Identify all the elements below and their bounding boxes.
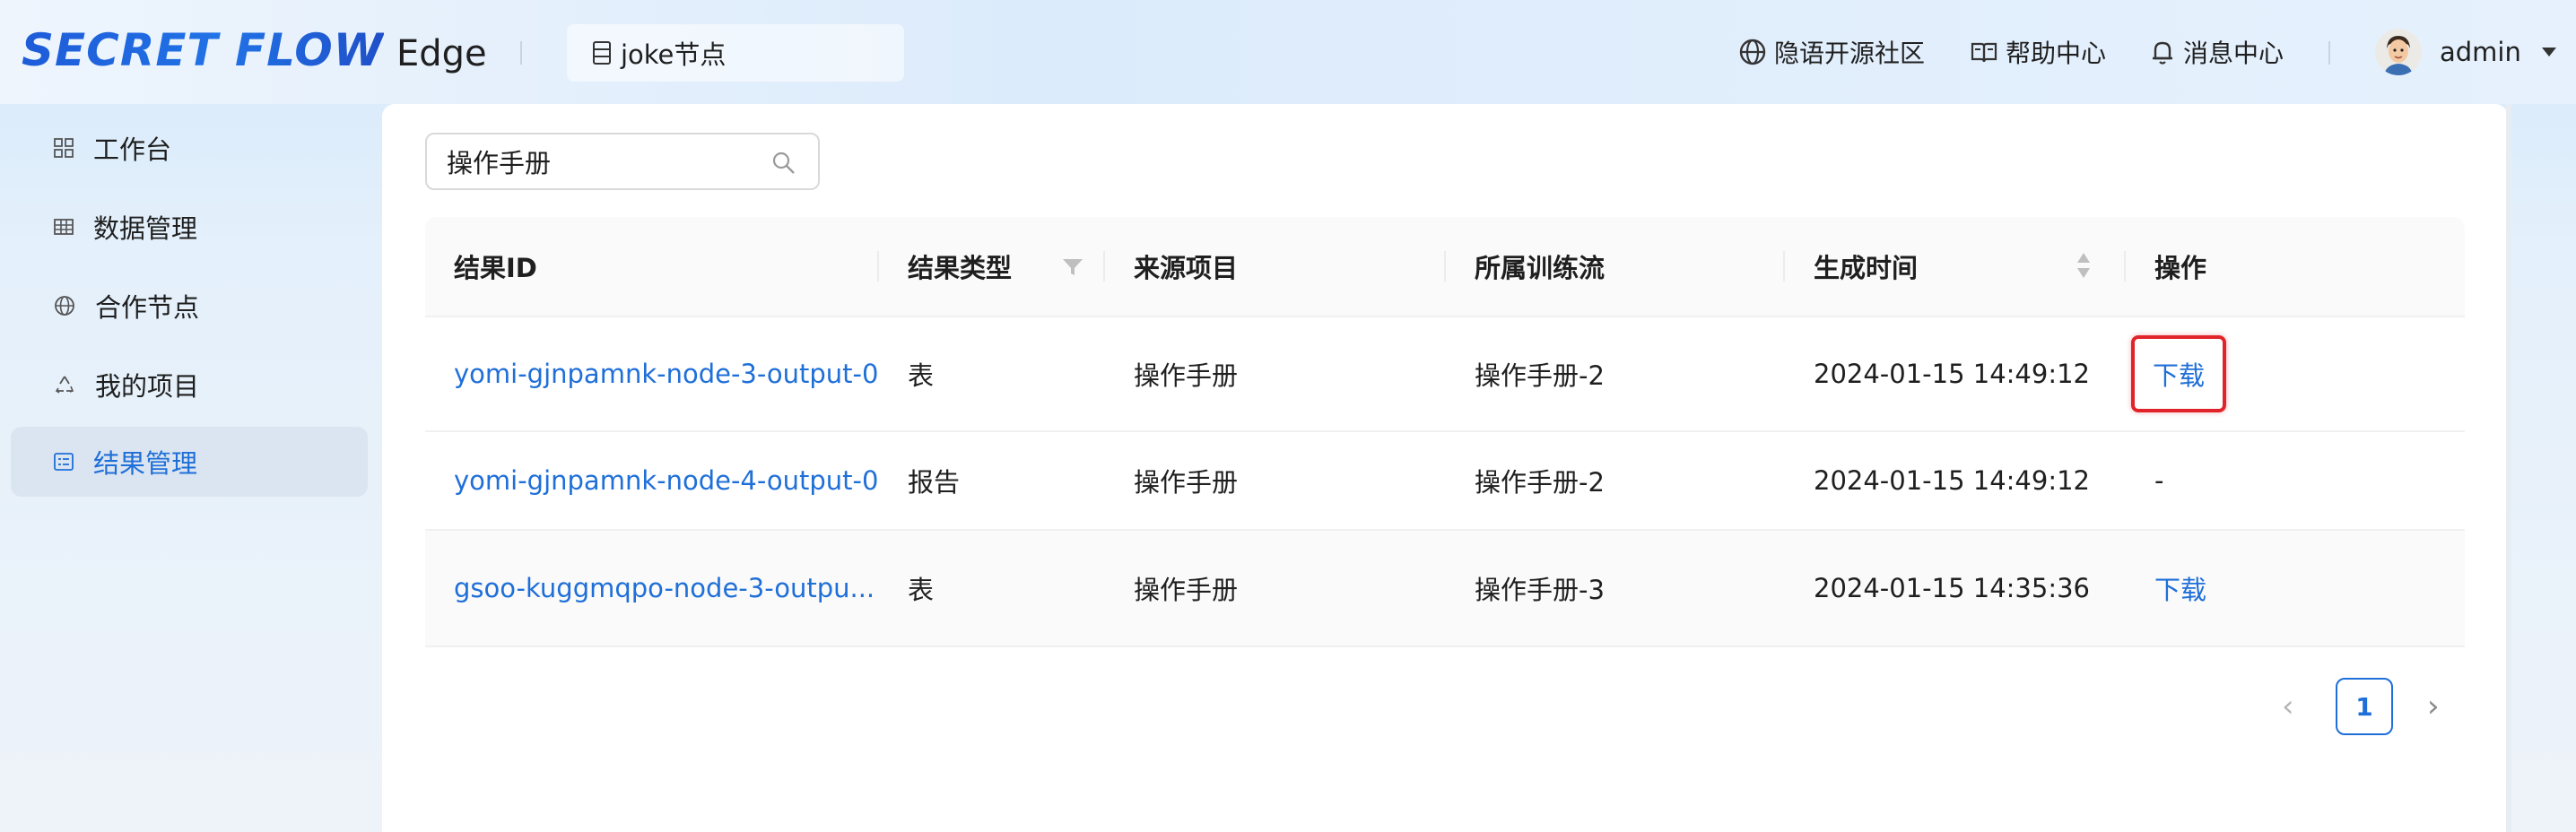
sidebar-item-data[interactable]: 数据管理 [11,192,368,262]
app-name: Edge [396,33,487,74]
table-row: yomi-gjnpamnk-node-4-output-0 报告 操作手册 操作… [425,432,2465,531]
search-input[interactable]: 操作手册 [425,133,820,190]
database-icon [593,41,611,65]
sidebar-item-results[interactable]: 结果管理 [11,427,368,497]
table-header: 结果ID 结果类型 来源项目 所属训练流 生成时间 操作 [425,217,2465,317]
source-project: 操作手册 [1134,360,1239,391]
bell-icon [2153,41,2172,65]
username: admin [2440,37,2521,67]
message-center-link[interactable]: 消息中心 [2149,32,2284,72]
prev-page-button[interactable]: ‹ [2282,678,2294,735]
result-list-icon [54,453,74,471]
column-separator [1444,251,1446,282]
no-action-placeholder: - [2154,465,2164,496]
result-type: 报告 [908,467,961,498]
next-page-button[interactable]: › [2427,678,2440,735]
user-menu[interactable]: admin [2375,27,2557,77]
column-separator [1783,251,1785,282]
secretflow-logo[interactable]: SECRET FLOW [22,23,384,77]
source-project: 操作手册 [1134,575,1239,605]
table-row: gsoo-kuggmqpo-node-3-outpu... 表 操作手册 操作手… [425,531,2465,647]
sidebar-item-label: 数据管理 [93,213,198,244]
help-center-link[interactable]: 帮助中心 [1970,32,2106,72]
sidebar-item-label: 结果管理 [93,448,198,479]
result-type: 表 [908,575,935,605]
community-label: 隐语开源社区 [1774,39,1926,68]
table-row: yomi-gjnpamnk-node-3-output-0 表 操作手册 操作手… [425,317,2465,432]
caret-down-icon [2541,48,2556,56]
column-header-actions: 操作 [2154,253,2207,283]
column-header-result-type: 结果类型 [908,253,1013,283]
sidebar-item-partner-nodes[interactable]: 合作节点 [11,271,368,341]
generated-time: 2024-01-15 14:49:12 [1814,359,2090,389]
download-button[interactable]: 下载 [2131,335,2227,412]
training-flow: 操作手册-2 [1475,360,1605,391]
training-flow: 操作手册-3 [1475,575,1605,605]
table-icon [54,219,74,235]
results-table: 结果ID 结果类型 来源项目 所属训练流 生成时间 操作 yomi-gjnpam… [425,217,2465,647]
sidebar-item-label: 工作台 [93,134,172,165]
book-icon [1971,42,1997,63]
result-id-link[interactable]: yomi-gjnpamnk-node-3-output-0 [454,317,878,430]
top-header: SECRET FLOW Edge joke节点 隐语开源社区 帮助中心 消息中心… [0,0,2576,104]
result-type: 表 [908,360,935,391]
search-icon[interactable] [771,151,796,176]
sidebar-item-workbench[interactable]: 工作台 [11,113,368,183]
column-header-source-project: 来源项目 [1134,253,1239,283]
generated-time: 2024-01-15 14:35:36 [1814,573,2090,603]
download-button[interactable]: 下载 [2154,531,2206,646]
sidebar-item-label: 我的项目 [95,371,200,402]
filter-icon[interactable] [1062,258,1083,276]
sidebar-item-label: 合作节点 [95,292,200,323]
result-id-link[interactable]: gsoo-kuggmqpo-node-3-outpu... [454,531,875,646]
column-separator [1103,251,1105,282]
header-divider [520,41,522,65]
globe-icon [1739,39,1766,65]
page-number-button[interactable]: 1 [2336,678,2393,735]
search-input-value: 操作手册 [447,148,552,178]
node-selector[interactable]: joke节点 [567,24,904,82]
action-cell: 下载 [2131,317,2227,430]
avatar [2375,29,2422,75]
community-link[interactable]: 隐语开源社区 [1738,32,1925,72]
dashboard-grid-icon [54,138,74,158]
header-divider [2328,41,2330,65]
column-header-result-id: 结果ID [454,253,537,283]
training-flow: 操作手册-2 [1475,467,1605,498]
globe-icon [55,296,74,316]
column-separator [877,251,879,282]
source-project: 操作手册 [1134,467,1239,498]
column-separator [2124,251,2126,282]
recycle-icon [55,376,74,394]
result-id-link[interactable]: yomi-gjnpamnk-node-4-output-0 [454,432,878,529]
column-header-training-flow: 所属训练流 [1475,253,1606,283]
scrollbar[interactable] [2506,104,2511,832]
sidebar-item-my-projects[interactable]: 我的项目 [11,350,368,420]
sort-icon[interactable] [2076,251,2092,280]
node-selector-label: joke节点 [621,39,727,70]
column-header-generated-time: 生成时间 [1814,253,1919,283]
message-center-label: 消息中心 [2183,39,2284,68]
sidebar: 工作台 数据管理 合作节点 我的项目 结果管理 [0,104,377,832]
help-center-label: 帮助中心 [2006,39,2107,68]
generated-time: 2024-01-15 14:49:12 [1814,465,2090,496]
